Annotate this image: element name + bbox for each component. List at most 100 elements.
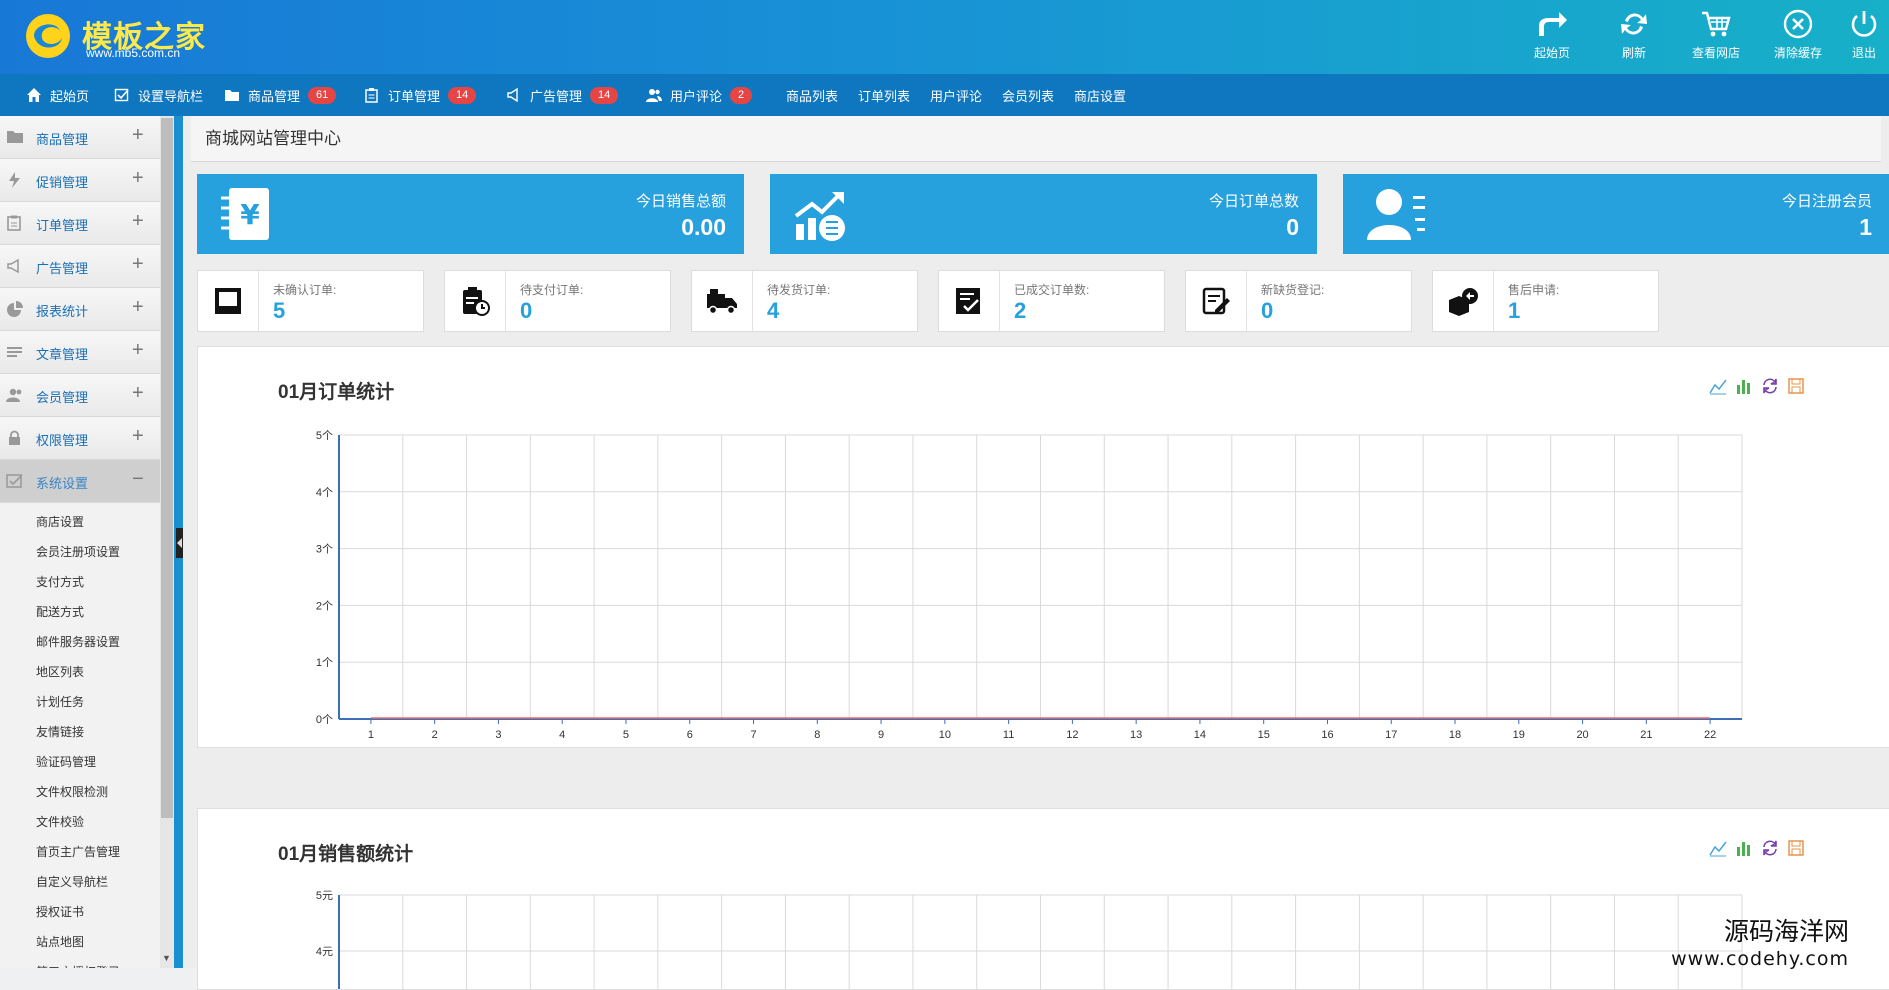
nav-label: 用户评论 [670,88,723,104]
mini-card-unconfirmed[interactable]: 未确认订单: 5 [197,270,424,332]
logo[interactable]: 模板之家 www.mb5.com.cn [24,10,224,62]
nav-item-user-comments[interactable]: 用户评论 [930,74,982,116]
top-action-logout[interactable]: 退出 [1839,0,1889,74]
nav-item-shop-settings[interactable]: 商店设置 [1074,74,1126,116]
mini-value: 2 [1014,298,1027,323]
sidebar-group-articles[interactable]: 文章管理 + [0,331,160,374]
y-tick-label: 3个 [316,543,333,556]
expand-icon[interactable]: + [132,339,144,361]
bar-chart-icon[interactable] [1735,839,1753,857]
sidebar-sub-item[interactable]: 验证码管理 [0,747,160,777]
nav-item-goods[interactable]: 商品管理 61 [224,74,337,116]
user-list-icon [1367,189,1425,240]
bolt-icon [9,172,20,188]
sidebar-group-permissions[interactable]: 权限管理 + [0,417,160,460]
mini-card-unshipped[interactable]: 待发货订单: 4 [691,270,918,332]
sidebar-sub-list: 商店设置 会员注册项设置 支付方式 配送方式 邮件服务器设置 地区列表 计划任务… [0,503,160,968]
sales-chart: 5元 4元 [316,890,1743,989]
top-actions: 起始页 刷新 查看网店 清除缓存 退出 [1511,0,1889,74]
collapse-icon[interactable]: − [132,468,144,490]
mini-label: 已成交订单数: [1014,283,1090,297]
nav-item-ads[interactable]: 广告管理 14 [506,74,619,116]
sidebar-sub-item[interactable]: 文件权限检测 [0,777,160,807]
expand-icon[interactable]: + [132,210,144,232]
x-tick-label: 19 [1513,729,1525,741]
home-icon [27,88,41,102]
top-action-view-shop[interactable]: 查看网店 [1675,0,1757,74]
checkbox-icon [6,474,23,488]
close-circle-icon [1783,9,1813,39]
mini-card-unpaid[interactable]: 待支付订单: 0 [444,270,671,332]
sidebar-scrollbar-thumb[interactable] [161,118,173,818]
save-icon[interactable] [1787,839,1805,857]
expand-icon[interactable]: + [132,253,144,275]
mini-card-out-of-stock[interactable]: 新缺货登记: 0 [1185,270,1412,332]
sidebar-group-label: 文章管理 [36,347,89,362]
sidebar-group-goods[interactable]: 商品管理 + [0,116,160,159]
order-chart: 0个1个2个3个4个5个1 2 3 4 5 6 7 8 9 10 11 12 13 14 15 16 17 18 1… [316,429,1743,741]
x-tick-label: 15 [1258,729,1270,741]
lock-icon [9,430,20,445]
x-tick-label: 8 [814,729,820,741]
refresh-icon[interactable] [1761,839,1779,857]
refresh-icon[interactable] [1761,377,1779,395]
sidebar-group-label: 权限管理 [36,433,89,448]
line-chart-icon[interactable] [1709,377,1727,395]
scroll-down-icon[interactable]: ▼ [162,953,171,963]
sidebar-group-members[interactable]: 会员管理 + [0,374,160,417]
nav-item-nav-settings[interactable]: 设置导航栏 [114,74,203,116]
nav-item-orders[interactable]: 订单管理 14 [364,74,477,116]
sidebar-sub-item[interactable]: 计划任务 [0,687,160,717]
sidebar-sub-item[interactable]: 首页主广告管理 [0,837,160,867]
save-icon[interactable] [1787,377,1805,395]
top-action-start[interactable]: 起始页 [1511,0,1593,74]
mini-card-completed[interactable]: 已成交订单数: 2 [938,270,1165,332]
expand-icon[interactable]: + [132,382,144,404]
mini-card-icon-box [1186,271,1247,331]
sidebar-sub-item[interactable]: 第三方授权登录 [0,957,160,968]
sidebar-sub-item[interactable]: 商店设置 [0,507,160,537]
order-chart-panel: 0个 1个 2个 3个 4个 5个 1 2 3 4 5 6 7 8 9 10 11 12 13 14 15 16 17 18 1… [197,346,1889,748]
sidebar-sub-item[interactable]: 自定义导航栏 [0,867,160,897]
sidebar-sub-item[interactable]: 友情链接 [0,717,160,747]
top-action-clear-cache[interactable]: 清除缓存 [1757,0,1839,74]
chart-title: 01月订单统计 [278,382,395,403]
square-icon [215,288,241,314]
x-tick-label: 7 [750,729,756,741]
sidebar-group-promotion[interactable]: 促销管理 + [0,159,160,202]
sidebar-sub-item[interactable]: 授权证书 [0,897,160,927]
nav-label: 订单管理 [388,88,441,104]
nav-item-order-list[interactable]: 订单列表 [858,74,910,116]
line-chart-icon[interactable] [1709,839,1727,857]
nav-item-comments[interactable]: 用户评论 2 [646,74,753,116]
nav-item-home[interactable]: 起始页 [26,74,89,116]
nav-item-member-list[interactable]: 会员列表 [1002,74,1054,116]
sidebar-sub-item[interactable]: 支付方式 [0,567,160,597]
x-tick-label: 17 [1385,729,1397,741]
sidebar-group-label: 广告管理 [36,261,89,276]
y-tick-label: 5元 [316,890,333,902]
nav-item-goods-list[interactable]: 商品列表 [786,74,838,116]
sidebar-sub-item[interactable]: 配送方式 [0,597,160,627]
sidebar-group-system-settings[interactable]: 系统设置 − [0,460,160,503]
sidebar-sub-item[interactable]: 会员注册项设置 [0,537,160,567]
sidebar-sub-item[interactable]: 地区列表 [0,657,160,687]
top-action-label: 清除缓存 [1773,46,1822,60]
sidebar-group-orders[interactable]: 订单管理 + [0,202,160,245]
sidebar-group-ads[interactable]: 广告管理 + [0,245,160,288]
nav-badge: 61 [308,86,337,104]
top-action-refresh[interactable]: 刷新 [1593,0,1675,74]
sidebar-sub-item[interactable]: 站点地图 [0,927,160,957]
mini-card-after-sales[interactable]: 售后申请: 1 [1432,270,1659,332]
x-tick-label: 14 [1194,729,1206,741]
sidebar-group-reports[interactable]: 报表统计 + [0,288,160,331]
sidebar-sub-item[interactable]: 文件校验 [0,807,160,837]
expand-icon[interactable]: + [132,167,144,189]
expand-icon[interactable]: + [132,296,144,318]
expand-icon[interactable]: + [132,124,144,146]
expand-icon[interactable]: + [132,425,144,447]
sidebar-sub-item[interactable]: 邮件服务器设置 [0,627,160,657]
bar-chart-icon[interactable] [1735,377,1753,395]
stat-label: 今日销售总额 [635,193,726,210]
x-tick-label: 9 [878,729,884,741]
